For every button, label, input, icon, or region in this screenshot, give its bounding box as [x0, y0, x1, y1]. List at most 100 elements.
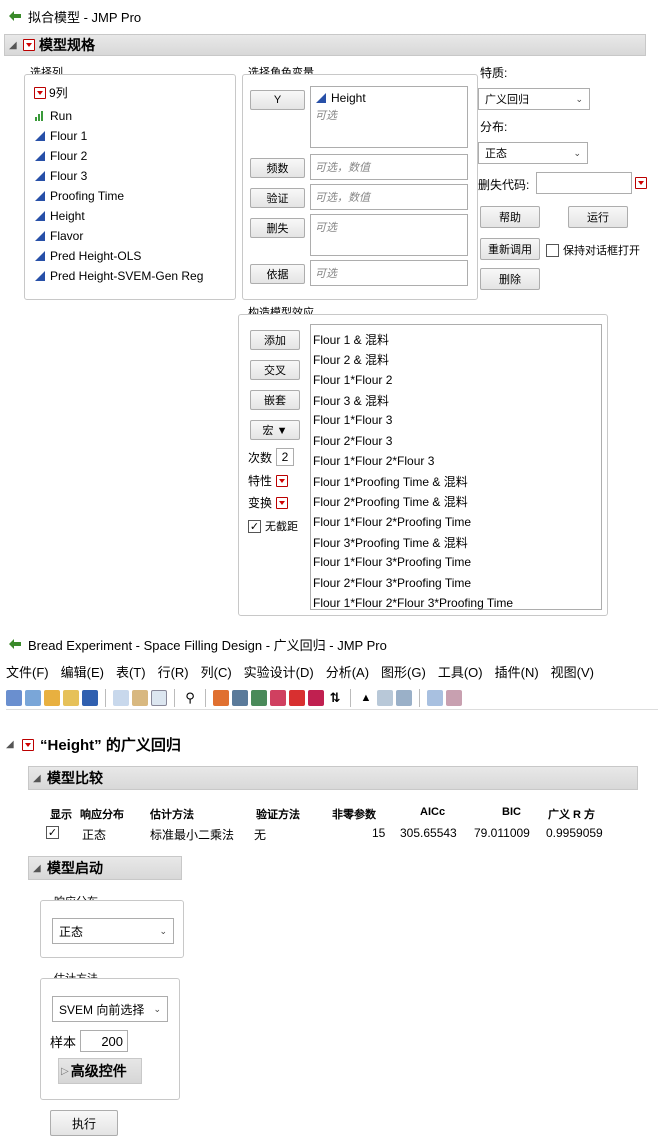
missing-code-field[interactable] — [536, 172, 632, 194]
nest-button[interactable]: 嵌套 — [250, 390, 300, 410]
by-role-field[interactable]: 可选 — [310, 260, 468, 286]
paste-icon[interactable] — [132, 689, 148, 706]
list-item[interactable]: Flour 3 — [34, 166, 230, 186]
menu-analyze[interactable]: 分析(A) — [326, 662, 369, 681]
disclosure-open-icon[interactable]: ◢ — [33, 773, 43, 784]
transform-control[interactable]: 变换 — [248, 494, 289, 511]
list-item[interactable]: Flour 1*Flour 2*Flour 3*Proofing Time — [311, 593, 601, 613]
menu-tables[interactable]: 表(T) — [116, 662, 146, 681]
list-item[interactable]: Flour 1*Flour 2*Proofing Time — [311, 512, 601, 532]
model-spec-header[interactable]: ◢ 模型规格 — [4, 34, 646, 56]
personality-select[interactable]: 广义回归 ⌄ — [478, 88, 590, 110]
estimation-method-select[interactable]: SVEM 向前选择 ⌄ — [52, 996, 168, 1022]
list-item[interactable]: Proofing Time — [34, 186, 230, 206]
menu-view[interactable]: 视图(V) — [551, 662, 594, 681]
red-triangle-menu-icon[interactable] — [276, 496, 289, 509]
distribution-icon[interactable] — [213, 689, 229, 706]
menu-addins[interactable]: 插件(N) — [495, 662, 539, 681]
menu-cols[interactable]: 列(C) — [201, 662, 232, 681]
disclosure-open-icon[interactable]: ◢ — [9, 40, 19, 51]
disclosure-open-icon[interactable]: ◢ — [33, 863, 43, 874]
y-role-button[interactable]: Y — [250, 90, 305, 110]
list-item[interactable]: Flour 1 — [34, 126, 230, 146]
model-launch-header[interactable]: ◢ 模型启动 — [28, 856, 182, 880]
add-effect-button[interactable]: 添加 — [250, 330, 300, 350]
censor-role-field[interactable]: 可选 — [310, 214, 468, 256]
list-item[interactable]: Flour 1*Flour 2*Flour 3 — [311, 451, 601, 471]
fit-y-by-x-icon[interactable] — [232, 689, 248, 706]
response-distribution-select[interactable]: 正态 ⌄ — [52, 918, 174, 944]
menu-rows[interactable]: 行(R) — [158, 662, 189, 681]
menu-graph[interactable]: 图形(G) — [381, 662, 426, 681]
red-triangle-menu-icon[interactable] — [22, 738, 34, 751]
report-icon[interactable] — [396, 689, 412, 706]
menu-doe[interactable]: 实验设计(D) — [244, 662, 314, 681]
model-comparison-header[interactable]: ◢ 模型比较 — [28, 766, 638, 790]
degree-input[interactable]: 2 — [276, 448, 295, 466]
recall-button[interactable]: 重新调用 — [480, 238, 540, 260]
search-icon[interactable]: ⚲ — [182, 690, 198, 706]
cross-button[interactable]: 交叉 — [250, 360, 300, 380]
distribution-select[interactable]: 正态 ⌄ — [478, 142, 588, 164]
list-item[interactable]: Flavor — [34, 226, 230, 246]
list-item[interactable]: Pred Height-SVEM-Gen Reg — [34, 266, 230, 286]
list-item[interactable]: Pred Height-OLS — [34, 246, 230, 266]
by-role-button[interactable]: 依据 — [250, 264, 305, 284]
graph-builder-icon[interactable] — [289, 689, 305, 706]
list-item[interactable]: Flour 1*Proofing Time & 混料 — [311, 471, 601, 491]
list-item[interactable]: Flour 3*Proofing Time & 混料 — [311, 532, 601, 552]
column-list[interactable]: Run Flour 1 Flour 2 Flour 3 Proofing Tim… — [34, 106, 230, 286]
validation-role-field[interactable]: 可选，数值 — [310, 184, 468, 210]
samples-input[interactable]: 200 — [80, 1030, 129, 1052]
save-icon[interactable] — [82, 689, 98, 706]
window-list-icon[interactable] — [427, 689, 443, 706]
no-intercept-option[interactable]: ✓ 无截距 — [248, 518, 298, 534]
list-item[interactable]: Flour 1*Flour 3 — [311, 410, 601, 430]
layout-icon[interactable] — [377, 689, 393, 706]
keep-open-checkbox[interactable] — [546, 243, 559, 257]
advanced-controls-header[interactable]: ▷ 高级控件 — [58, 1058, 142, 1084]
show-model-checkbox[interactable]: ✓ — [46, 826, 59, 839]
validation-role-button[interactable]: 验证 — [250, 188, 305, 208]
freq-role-button[interactable]: 频数 — [250, 158, 305, 178]
new-script-icon[interactable] — [25, 689, 41, 706]
sort-icon[interactable]: ⇅ — [327, 690, 343, 706]
home-window-icon[interactable] — [446, 689, 462, 706]
list-item[interactable]: Flour 2*Proofing Time & 混料 — [311, 491, 601, 511]
menu-file[interactable]: 文件(F) — [6, 662, 49, 681]
red-triangle-menu-icon[interactable] — [34, 86, 46, 99]
list-item[interactable]: Flour 1*Flour 2 — [311, 370, 601, 390]
list-item[interactable]: Flour 3 & 混料 — [311, 390, 601, 410]
red-triangle-menu-icon[interactable] — [276, 474, 289, 487]
alert-icon[interactable]: ▲ — [358, 690, 374, 706]
list-item[interactable]: Flour 1*Flour 3*Proofing Time — [311, 552, 601, 572]
run-button[interactable]: 运行 — [568, 206, 628, 228]
list-item[interactable]: Height — [34, 206, 230, 226]
keep-dialog-open-option[interactable]: 保持对话框打开 — [546, 242, 640, 258]
go-button[interactable]: 执行 — [50, 1110, 118, 1136]
freq-role-field[interactable]: 可选，数值 — [310, 154, 468, 180]
python-icon[interactable] — [44, 689, 60, 706]
disclosure-open-icon[interactable]: ◢ — [6, 739, 16, 750]
macros-button[interactable]: 宏 ▼ — [250, 420, 300, 440]
menu-tools[interactable]: 工具(O) — [438, 662, 483, 681]
selection-tool-icon[interactable] — [151, 689, 167, 706]
list-item[interactable]: Flour 2*Flour 3 — [311, 430, 601, 450]
disclosure-closed-icon[interactable]: ▷ — [61, 1066, 69, 1077]
y-role-field[interactable]: Height 可选 — [310, 86, 468, 148]
attributes-control[interactable]: 特性 — [248, 472, 289, 489]
fit-model-icon[interactable] — [251, 689, 267, 706]
list-item[interactable]: Run — [34, 106, 230, 126]
list-item[interactable]: Flour 1 & 混料 — [311, 329, 601, 349]
control-chart-icon[interactable] — [270, 689, 286, 706]
help-button[interactable]: 帮助 — [480, 206, 540, 228]
effects-list[interactable]: Flour 1 & 混料 Flour 2 & 混料 Flour 1*Flour … — [310, 324, 602, 610]
list-item[interactable]: Flour 2 & 混料 — [311, 349, 601, 369]
list-item[interactable]: Flour 2 — [34, 146, 230, 166]
profiler-icon[interactable] — [308, 689, 324, 706]
menu-edit[interactable]: 编辑(E) — [61, 662, 104, 681]
open-folder-icon[interactable] — [63, 689, 79, 706]
censor-role-button[interactable]: 删失 — [250, 218, 305, 238]
new-data-table-icon[interactable] — [6, 689, 22, 706]
copy-icon[interactable] — [113, 689, 129, 706]
